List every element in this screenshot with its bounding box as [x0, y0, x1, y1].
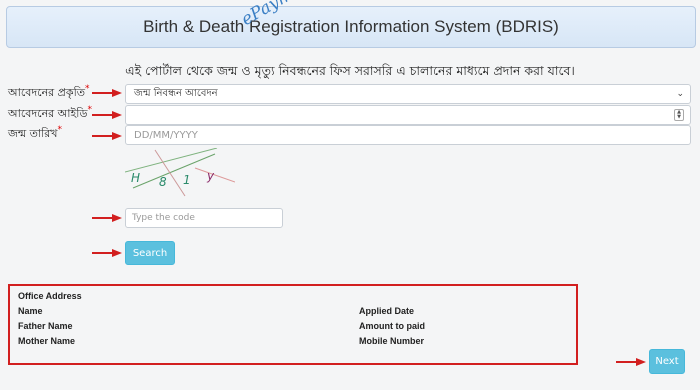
birth-date-input[interactable]: DD/MM/YYYY — [125, 125, 691, 145]
page-title: Birth & Death Registration Information S… — [143, 17, 559, 36]
name-label: Name — [18, 306, 43, 316]
birth-date-label: জন্ম তারিখ* — [8, 125, 62, 144]
application-type-label: আবেদনের প্রকৃতি* — [8, 84, 90, 103]
red-arrow-icon — [92, 89, 122, 97]
red-arrow-icon — [92, 132, 122, 140]
captcha-char: H — [131, 171, 140, 185]
search-button[interactable]: Search — [125, 241, 175, 265]
application-id-label-text: আবেদনের আইডি — [8, 107, 88, 120]
application-id-label: আবেদনের আইডি* — [8, 105, 92, 124]
mobile-number-label: Mobile Number — [359, 336, 425, 346]
captcha-char: 1 — [183, 173, 191, 187]
application-type-select[interactable]: জন্ম নিবন্ধন আবেদন ⌄ — [125, 84, 691, 104]
applicant-info-box: Office Address Name Father Name Mother N… — [8, 284, 578, 365]
captcha-char: 8 — [159, 175, 167, 189]
red-arrow-icon — [92, 111, 122, 119]
app-header: Birth & Death Registration Information S… — [6, 6, 696, 48]
application-type-value: জন্ম নিবন্ধন আবেদন — [134, 87, 218, 99]
chevron-down-icon: ⌄ — [676, 89, 684, 99]
required-mark: * — [85, 84, 90, 94]
spinner-icon[interactable]: ▲ ▼ — [674, 109, 684, 121]
birth-date-placeholder: DD/MM/YYYY — [134, 129, 198, 141]
father-name-label: Father Name — [18, 321, 73, 331]
captcha-code-input[interactable]: Type the code — [125, 208, 283, 228]
required-mark: * — [57, 125, 63, 135]
birth-date-label-text: জন্ম তারিখ — [8, 127, 58, 140]
notice-text: এই পোর্টাল থেকে জন্ম ও মৃত্যু নিবন্ধনের … — [125, 63, 575, 78]
captcha-code-placeholder: Type the code — [132, 213, 195, 223]
red-arrow-icon — [616, 358, 646, 366]
application-id-input[interactable]: ▲ ▼ — [125, 105, 691, 125]
next-button[interactable]: Next — [649, 349, 685, 374]
red-arrow-icon — [92, 214, 122, 222]
captcha-char: y — [206, 169, 215, 183]
captcha-image: H 8 1 y — [125, 148, 235, 197]
mother-name-label: Mother Name — [18, 336, 76, 346]
application-type-label-text: আবেদনের প্রকৃতি — [8, 86, 85, 99]
amount-to-paid-label: Amount to paid — [359, 321, 425, 331]
applied-date-label: Applied Date — [359, 306, 415, 316]
office-address-label: Office Address — [18, 291, 82, 301]
red-arrow-icon — [92, 249, 122, 257]
